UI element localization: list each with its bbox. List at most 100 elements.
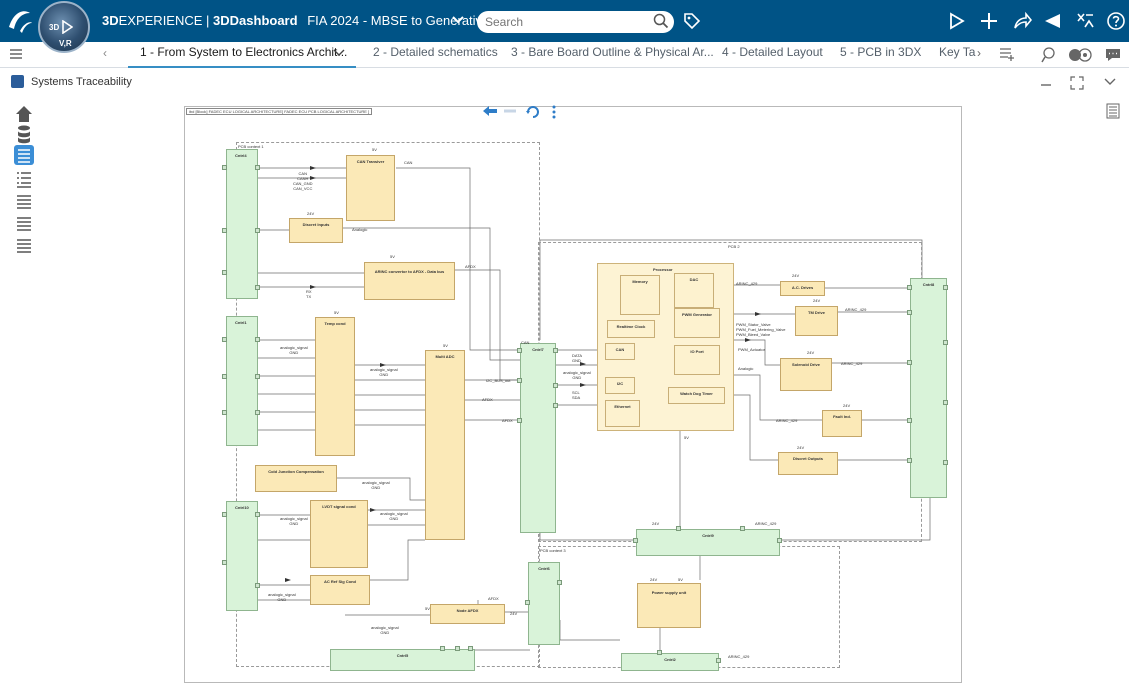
connector-block[interactable]: Cntrl2 <box>621 653 719 671</box>
port <box>222 560 227 565</box>
memory-block[interactable]: Memory <box>620 275 660 315</box>
wire-label: analogic_signal GND <box>563 370 591 380</box>
wire-label: ARINC_429 <box>841 361 863 366</box>
port <box>943 285 948 290</box>
wire-label: 5V <box>443 343 448 348</box>
block-label: Cntrl7 <box>532 347 544 352</box>
block-label: Cntrl8 <box>922 282 935 287</box>
compass-icon[interactable]: 3D V,R <box>38 1 90 53</box>
fault-ind-block[interactable]: Fault Ind. <box>822 410 862 437</box>
ac-ref-block[interactable]: AC Ref Sig Cond <box>310 575 370 605</box>
cold-junction-block[interactable]: Cold Junction Compensation <box>255 465 337 492</box>
wire-label: analogic_signal GND <box>362 480 390 490</box>
block-label: Power supply unit <box>651 590 687 595</box>
port <box>222 165 227 170</box>
solenoid-drive-block[interactable]: Solenoid Drive <box>780 358 832 391</box>
wire-label: AFDX <box>488 596 499 601</box>
port <box>657 650 662 655</box>
port <box>525 600 530 605</box>
wire-label: analogic_signal GND <box>268 592 296 602</box>
ac-drives-block[interactable]: A.C. Drives <box>780 281 825 296</box>
wire-label: 5V <box>425 606 430 611</box>
play-icon[interactable] <box>61 20 73 34</box>
i2c-block[interactable]: I2C <box>605 377 635 394</box>
dac-block[interactable]: DAC <box>674 273 714 308</box>
wire-label: PWM_Stator_Valve PWM_Fuel_Metering_Valve… <box>736 322 786 337</box>
block-label: Memory <box>632 279 648 284</box>
block-label: I2C <box>616 381 624 386</box>
port <box>907 418 912 423</box>
multi-adc-block[interactable]: Multi ADC <box>425 350 465 540</box>
pwm-generator-block[interactable]: PWM Generator <box>674 308 720 338</box>
block-label: AC Ref Sig Cond <box>324 579 356 584</box>
wire-label: 24V <box>510 611 518 616</box>
wire-label: CAN <box>521 340 530 345</box>
block-label: Temp cond <box>324 321 346 326</box>
wire-label: analogic_signal GND <box>380 511 408 521</box>
pcb3-label: PCB context 3 <box>540 548 566 553</box>
port <box>557 580 562 585</box>
port <box>255 583 260 588</box>
tm-drive-block[interactable]: TM Drive <box>795 306 838 336</box>
port <box>740 526 745 531</box>
wire-label: 24V <box>652 521 660 526</box>
wire-label: AFDX <box>465 264 476 269</box>
realtime-clock-block[interactable]: Realtime Clock <box>607 320 655 338</box>
arinc-converter-block[interactable]: ARINC convertor to AFDX - Data bus <box>364 262 455 300</box>
discret-outputs-block[interactable]: Discret Outputs <box>778 452 838 475</box>
lvdt-block[interactable]: LVDT signal cond <box>310 500 368 568</box>
wire-label: 24V <box>797 445 805 450</box>
block-label: DAC <box>689 277 699 282</box>
wire-label: ARINC_429 <box>728 654 750 659</box>
ethernet-block[interactable]: Ethernet <box>605 400 640 427</box>
wire-label: Analogic <box>738 366 754 371</box>
block-label: Watch Dog Timer <box>680 391 713 396</box>
wire-label: AFDX <box>502 418 513 423</box>
port <box>943 460 948 465</box>
temp-cond-block[interactable]: Temp cond <box>315 317 355 456</box>
wire-label: 5V <box>372 147 377 152</box>
connector-block[interactable]: Cntrl1 <box>226 316 258 446</box>
port <box>222 270 227 275</box>
block-label: Discret Inputs <box>302 222 330 227</box>
block-label: LVDT signal cond <box>322 504 356 509</box>
connector-block[interactable]: Cntrl4 <box>226 149 258 299</box>
block-label: Cntrl10 <box>235 505 249 510</box>
port <box>255 374 260 379</box>
port <box>943 340 948 345</box>
block-label: Processor <box>653 267 673 272</box>
connector-block[interactable]: Cntrl8 <box>910 278 947 498</box>
can-block[interactable]: CAN <box>605 343 635 360</box>
power-supply-block[interactable]: Power supply unit <box>637 583 701 628</box>
block-label: ARINC convertor to AFDX - Data bus <box>374 269 445 274</box>
wire-label: 24V <box>843 403 851 408</box>
connector-block[interactable]: Cntrl10 <box>226 501 258 611</box>
wire-label: ARINC_429 <box>845 307 867 312</box>
watchdog-block[interactable]: Watch Dog Timer <box>668 387 725 404</box>
compass-quadrant-3d[interactable]: 3D <box>49 23 59 32</box>
block-label: Cntrl9 <box>702 533 714 538</box>
connector-block[interactable]: Cntrl6 <box>528 562 560 645</box>
block-label: CAN <box>615 347 625 352</box>
connector-block[interactable]: Cntrl7 <box>520 343 556 533</box>
block-label: Solenoid Drive <box>791 362 820 367</box>
block-label: Node AFDX <box>456 608 479 613</box>
wire-label: DATA GND <box>572 353 583 363</box>
port <box>943 400 948 405</box>
can-transceiver-block[interactable]: CAN Transiver <box>346 155 395 221</box>
wire-label: 24V <box>307 211 315 216</box>
port <box>553 348 558 353</box>
block-label: CAN Transiver <box>356 159 385 164</box>
wire-label: 24V <box>807 350 815 355</box>
port <box>777 538 782 543</box>
discrete-inputs-block[interactable]: Discret Inputs <box>289 218 343 243</box>
wire-label: 24V <box>650 577 658 582</box>
port <box>633 538 638 543</box>
connector-block[interactable]: Cntrl5 <box>330 649 475 671</box>
node-afdx-block[interactable]: Node AFDX <box>430 604 505 624</box>
connector-block[interactable]: Cntrl9 <box>636 529 780 556</box>
wire-label: 5V <box>678 577 683 582</box>
io-port-block[interactable]: IO Port <box>674 345 720 375</box>
port <box>255 337 260 342</box>
compass-quadrant-vr[interactable]: V,R <box>59 39 72 48</box>
